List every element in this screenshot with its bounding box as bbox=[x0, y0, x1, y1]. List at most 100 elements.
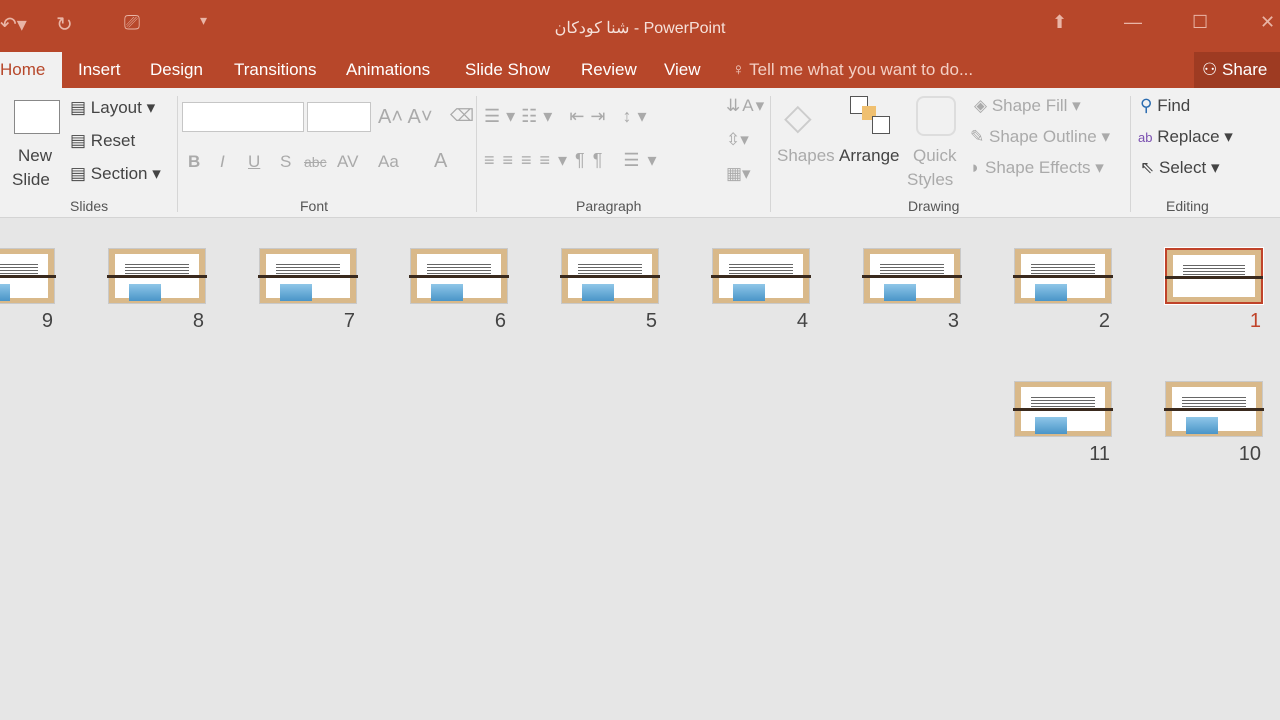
shape-fill-button[interactable]: ◈ Shape Fill ▾ bbox=[974, 96, 1081, 116]
slide-image bbox=[0, 284, 10, 301]
quick-styles-button[interactable]: Styles bbox=[907, 170, 953, 190]
change-case-button[interactable]: Aa bbox=[378, 152, 399, 172]
slide-bar bbox=[0, 275, 56, 278]
section-button[interactable]: ▤ Section ▾ bbox=[70, 164, 161, 184]
smartart-icon[interactable]: ▦▾ bbox=[726, 164, 751, 184]
tab-insert[interactable]: Insert bbox=[78, 60, 121, 80]
tab-slide-show[interactable]: Slide Show bbox=[465, 60, 550, 80]
font-size-field[interactable] bbox=[307, 102, 371, 132]
tell-me-search[interactable]: ♀ Tell me what you want to do... bbox=[732, 60, 973, 80]
slide-thumbnail[interactable] bbox=[409, 248, 509, 304]
shapes-icon[interactable]: ◇ bbox=[784, 96, 812, 138]
slide-thumbnail[interactable] bbox=[107, 248, 207, 304]
slide-image bbox=[733, 284, 765, 301]
tab-home[interactable]: Home bbox=[0, 52, 62, 88]
arrange-icon-front bbox=[872, 116, 890, 134]
replace-icon: ab bbox=[1138, 130, 1153, 145]
slide-image bbox=[1186, 417, 1218, 434]
shapes-button[interactable]: Shapes bbox=[777, 146, 835, 166]
slide-thumbnail[interactable] bbox=[711, 248, 811, 304]
slide-number: 9 bbox=[41, 310, 53, 332]
slide-number: 7 bbox=[343, 310, 355, 332]
slide-thumbnail[interactable] bbox=[560, 248, 660, 304]
slide-image bbox=[431, 284, 463, 301]
slide-text bbox=[1182, 395, 1246, 409]
cursor-icon: ⇖ bbox=[1140, 158, 1155, 177]
slide-text bbox=[578, 262, 642, 276]
new-slide-icon[interactable] bbox=[14, 100, 60, 134]
slide-bar bbox=[409, 275, 509, 278]
slide-thumbnail[interactable] bbox=[862, 248, 962, 304]
slide-thumbnail[interactable] bbox=[1164, 247, 1264, 305]
shadow-button[interactable]: S bbox=[280, 152, 291, 172]
layout-button[interactable]: ▤ Layout ▾ bbox=[70, 98, 155, 118]
slide-thumbnail[interactable] bbox=[1013, 248, 1113, 304]
grow-font-icon[interactable]: A˄ A˅ bbox=[378, 106, 433, 129]
slide-number: 11 bbox=[1089, 443, 1110, 465]
share-button[interactable]: ⚇ Share bbox=[1194, 52, 1280, 88]
char-spacing-button[interactable]: AV bbox=[337, 152, 358, 172]
tab-transitions[interactable]: Transitions bbox=[234, 60, 317, 80]
slide-text bbox=[125, 262, 189, 276]
close-icon[interactable]: ✕ bbox=[1260, 12, 1275, 33]
slide-number: 5 bbox=[645, 310, 657, 332]
group-label-slides: Slides bbox=[70, 198, 109, 214]
lightbulb-icon: ♀ bbox=[732, 60, 745, 79]
select-button[interactable]: ⇖ Select ▾ bbox=[1140, 158, 1220, 178]
clear-format-icon[interactable]: ⌫ bbox=[450, 106, 474, 126]
tab-animations[interactable]: Animations bbox=[346, 60, 430, 80]
maximize-icon[interactable]: ☐ bbox=[1192, 12, 1208, 33]
shape-effects-button[interactable]: ◗ Shape Effects ▾ bbox=[970, 158, 1104, 178]
divider bbox=[177, 96, 178, 212]
slide-bar bbox=[1013, 408, 1113, 411]
quick-styles-label[interactable]: Quick bbox=[913, 146, 956, 166]
italic-button[interactable]: I bbox=[220, 152, 225, 172]
paint-bucket-icon: ◈ bbox=[974, 96, 988, 115]
shape-outline-button[interactable]: ✎ Shape Outline ▾ bbox=[970, 127, 1110, 147]
quick-styles-icon bbox=[916, 96, 956, 136]
font-name-field[interactable] bbox=[182, 102, 304, 132]
underline-button[interactable]: U bbox=[248, 152, 260, 172]
slide-thumbnail[interactable] bbox=[0, 248, 56, 304]
group-label-paragraph: Paragraph bbox=[576, 198, 642, 214]
arrange-button[interactable]: Arrange bbox=[839, 146, 899, 166]
bullets-numbering-icons[interactable]: ☰▾☷▾ ⇤⇥ ↕▾ bbox=[484, 106, 653, 127]
slide-thumbnail[interactable] bbox=[258, 248, 358, 304]
divider bbox=[476, 96, 477, 212]
find-button[interactable]: ⚲ Find bbox=[1140, 96, 1190, 116]
slide-text bbox=[0, 262, 38, 276]
group-label-font: Font bbox=[300, 198, 329, 214]
tab-view[interactable]: View bbox=[664, 60, 701, 80]
new-slide-label[interactable]: New bbox=[18, 146, 52, 166]
new-slide-dropdown[interactable]: Slide bbox=[12, 170, 50, 190]
slide-text bbox=[729, 262, 793, 276]
tab-review[interactable]: Review bbox=[581, 60, 637, 80]
minimize-icon[interactable]: — bbox=[1124, 12, 1142, 33]
slide-image bbox=[1035, 284, 1067, 301]
bold-button[interactable]: B bbox=[188, 152, 200, 172]
slide-thumbnail[interactable] bbox=[1013, 381, 1113, 437]
slide-text bbox=[880, 262, 944, 276]
reset-button[interactable]: ▤ Reset bbox=[70, 131, 135, 151]
font-color-button[interactable]: A bbox=[434, 150, 447, 173]
slide-number: 2 bbox=[1098, 310, 1110, 332]
reset-icon: ▤ bbox=[70, 131, 87, 150]
group-label-drawing: Drawing bbox=[908, 198, 960, 214]
align-text-icon[interactable]: ⇳▾ bbox=[726, 130, 749, 150]
slide-image bbox=[582, 284, 614, 301]
slide-text bbox=[1183, 263, 1245, 277]
strikethrough-button[interactable]: abc bbox=[304, 154, 327, 170]
window-title: شنا کودکان - PowerPoint bbox=[554, 20, 726, 37]
slide-number: 1 bbox=[1249, 310, 1261, 332]
slide-number: 3 bbox=[947, 310, 959, 332]
tab-design[interactable]: Design bbox=[150, 60, 203, 80]
ribbon-display-icon[interactable]: ⬆ bbox=[1052, 12, 1067, 33]
alignment-icons[interactable]: ≡≡≡≡▾¶¶ ☰▾ bbox=[484, 150, 665, 171]
replace-button[interactable]: ab Replace ▾ bbox=[1138, 127, 1233, 147]
text-direction-icon[interactable]: ⇊A▾ bbox=[726, 96, 766, 116]
slide-number: 8 bbox=[192, 310, 204, 332]
slide-thumbnail[interactable] bbox=[1164, 381, 1264, 437]
shape-effects-icon: ◗ bbox=[970, 158, 981, 177]
search-icon: ⚲ bbox=[1140, 96, 1153, 115]
slide-bar bbox=[560, 275, 660, 278]
